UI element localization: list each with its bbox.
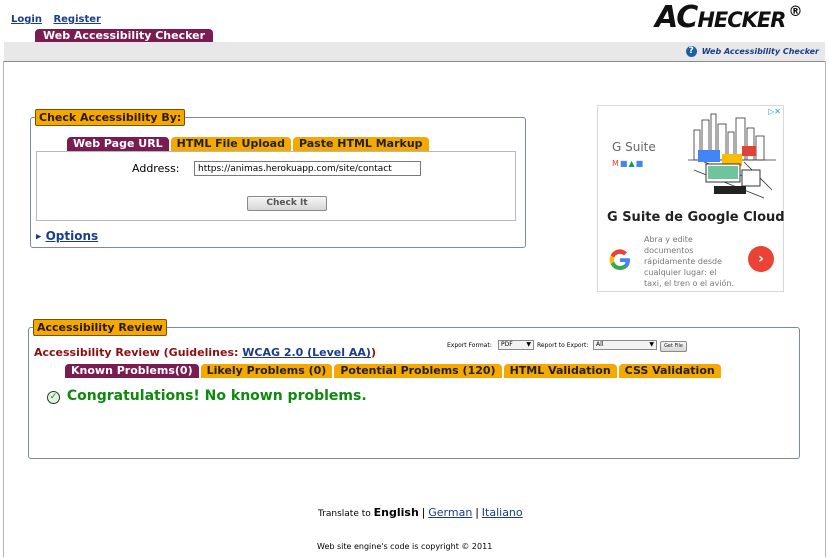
google-g-icon bbox=[608, 248, 632, 272]
top-links: Login Register bbox=[11, 14, 109, 25]
tab-html-file-upload[interactable]: HTML File Upload bbox=[170, 137, 291, 151]
tab-html-validation[interactable]: HTML Validation bbox=[503, 364, 617, 378]
success-message: ✓ Congratulations! No known problems. bbox=[47, 388, 367, 404]
checkmark-icon: ✓ bbox=[47, 391, 60, 404]
address-label: Address: bbox=[132, 162, 180, 175]
dropdown-arrow-icon: ▼ bbox=[526, 341, 531, 348]
options-link[interactable]: Options bbox=[46, 229, 99, 243]
export-format-select[interactable]: PDF ▼ bbox=[498, 340, 534, 350]
ad-headline[interactable]: G Suite de Google Cloud bbox=[607, 210, 785, 225]
ad-gsuite-brand: G Suite bbox=[612, 140, 656, 154]
advertisement[interactable]: ▷✕ G Suite M■▲■ G Suite de Google Cloud … bbox=[597, 105, 785, 292]
separator: | bbox=[421, 506, 426, 519]
copyright-text: Web site engine's code is copyright © 20… bbox=[317, 542, 493, 551]
check-it-button[interactable]: Check It bbox=[247, 196, 327, 211]
ad-body-text: Abra y edite documentos rápidamente desd… bbox=[644, 235, 735, 288]
report-to-export-select[interactable]: All ▼ bbox=[593, 340, 657, 350]
success-text: Congratulations! No known problems. bbox=[66, 388, 367, 404]
get-file-button[interactable]: Get File bbox=[660, 341, 687, 352]
tab-css-validation[interactable]: CSS Validation bbox=[618, 364, 721, 378]
export-format-label: Export Format: bbox=[447, 342, 492, 349]
help-icon: ? bbox=[685, 46, 697, 57]
review-heading-suffix: ) bbox=[370, 346, 376, 359]
gsuite-city-illustration bbox=[688, 113, 776, 199]
address-input[interactable] bbox=[194, 161, 421, 176]
translate-bar: Translate to English | German | Italiano bbox=[318, 506, 523, 519]
language-italiano-link[interactable]: Italiano bbox=[482, 506, 523, 519]
tab-potential-problems[interactable]: Potential Problems (120) bbox=[334, 364, 502, 378]
separator: | bbox=[475, 506, 479, 519]
logo-checker: HECKER bbox=[697, 8, 786, 32]
tab-likely-problems[interactable]: Likely Problems (0) bbox=[200, 364, 333, 378]
options-toggle[interactable]: ▶ Options bbox=[36, 229, 98, 243]
accessibility-review-legend: Accessibility Review bbox=[33, 319, 167, 336]
review-heading-prefix: Accessibility Review (Guidelines: bbox=[34, 346, 243, 359]
translate-to-label: Translate to bbox=[318, 509, 371, 519]
language-german-link[interactable]: German bbox=[428, 506, 472, 519]
tab-web-page-url[interactable]: Web Page URL bbox=[67, 137, 169, 151]
gsuite-app-icons: M■▲■ bbox=[612, 159, 645, 168]
help-link-label: Web Accessibility Checker bbox=[701, 47, 819, 56]
review-tabs: Known Problems(0) Likely Problems (0) Pote… bbox=[65, 364, 723, 378]
dropdown-arrow-icon: ▼ bbox=[649, 341, 654, 348]
help-link[interactable]: ? Web Accessibility Checker bbox=[685, 46, 819, 57]
input-method-tabs: Web Page URL HTML File Upload Paste HTML M… bbox=[67, 137, 431, 151]
guideline-link[interactable]: WCAG 2.0 (Level AA) bbox=[242, 346, 371, 359]
ad-arrow-button[interactable]: › bbox=[748, 246, 774, 272]
chevron-right-icon: › bbox=[758, 251, 764, 267]
tab-paste-html-markup[interactable]: Paste HTML Markup bbox=[292, 137, 429, 151]
check-accessibility-legend: Check Accessibility By: bbox=[35, 109, 186, 126]
achecker-logo: ACHECKER ® bbox=[655, 0, 802, 35]
expand-triangle-icon: ▶ bbox=[36, 232, 42, 241]
logo-ac: AC bbox=[655, 0, 698, 35]
language-english: English bbox=[373, 506, 419, 519]
review-heading: Accessibility Review (Guidelines: WCAG 2… bbox=[34, 346, 376, 359]
tab-known-problems[interactable]: Known Problems(0) bbox=[65, 364, 199, 378]
login-link[interactable]: Login bbox=[11, 14, 42, 25]
register-link[interactable]: Register bbox=[53, 14, 101, 25]
report-to-export-label: Report to Export: bbox=[537, 342, 589, 349]
site-title-tab: Web Accessibility Checker bbox=[35, 29, 214, 42]
logo-registered: ® bbox=[788, 4, 802, 20]
